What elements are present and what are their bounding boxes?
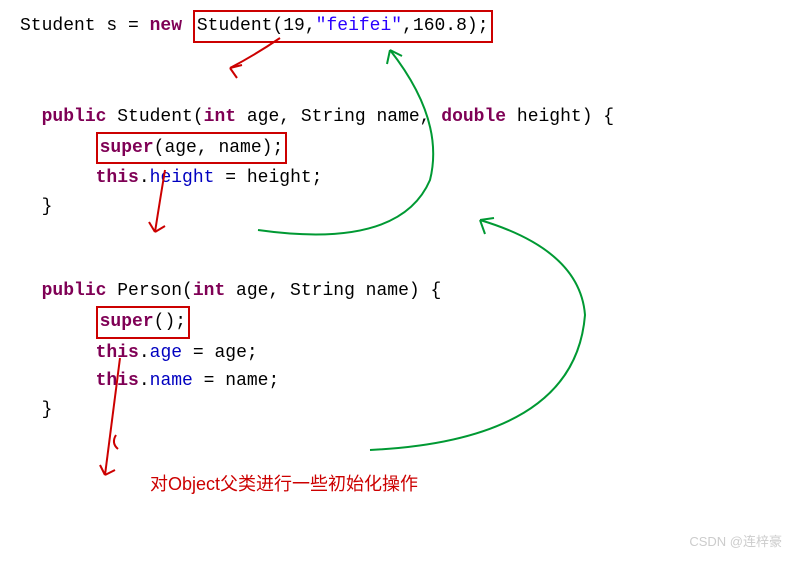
keyword-super: super <box>100 138 154 158</box>
watermark: CSDN @连梓豪 <box>689 532 782 553</box>
text: = age; <box>182 343 258 363</box>
student-this-line: this.height = height; <box>20 164 774 193</box>
text <box>182 16 193 36</box>
text: = name; <box>193 371 279 391</box>
text: height) { <box>506 107 614 127</box>
text: age, String name, <box>236 107 441 127</box>
string-literal: "feifei" <box>316 16 402 36</box>
text: Student s = <box>20 16 150 36</box>
keyword-new: new <box>150 16 182 36</box>
keyword-this: this <box>96 371 139 391</box>
person-close-brace: } <box>20 396 774 425</box>
person-age-line: this.age = age; <box>20 339 774 368</box>
text: age, String name) { <box>225 281 441 301</box>
boxed-super-call: super(); <box>96 306 190 339</box>
text: } <box>42 400 53 420</box>
text: . <box>139 371 150 391</box>
code-line-1: Student s = new Student(19,"feifei",160.… <box>20 10 774 43</box>
boxed-super-call: super(age, name); <box>96 132 288 165</box>
text: (); <box>154 312 186 332</box>
student-close-brace: } <box>20 193 774 222</box>
keyword-public: public <box>42 281 107 301</box>
student-super-line: super(age, name); <box>20 132 774 165</box>
field-age: age <box>150 343 182 363</box>
keyword-this: this <box>96 168 139 188</box>
keyword-double: double <box>441 107 506 127</box>
text: Person( <box>106 281 192 301</box>
student-ctor-decl: public Student(int age, String name, dou… <box>20 103 774 132</box>
person-super-line: super(); <box>20 306 774 339</box>
keyword-this: this <box>96 343 139 363</box>
keyword-int: int <box>204 107 236 127</box>
text: } <box>42 197 53 217</box>
field-height: height <box>150 168 215 188</box>
text: . <box>139 343 150 363</box>
boxed-constructor-call: Student(19,"feifei",160.8); <box>193 10 493 43</box>
field-name: name <box>150 371 193 391</box>
text: (age, name); <box>154 138 284 158</box>
person-name-line: this.name = name; <box>20 367 774 396</box>
person-ctor-decl: public Person(int age, String name) { <box>20 277 774 306</box>
text: Student(19, <box>197 16 316 36</box>
keyword-super: super <box>100 312 154 332</box>
keyword-int: int <box>193 281 225 301</box>
text: . <box>139 168 150 188</box>
keyword-public: public <box>42 107 107 127</box>
text: Student( <box>106 107 203 127</box>
annotation-text: 对Object父类进行一些初始化操作 <box>150 470 774 499</box>
text: ,160.8); <box>402 16 488 36</box>
text: = height; <box>214 168 322 188</box>
